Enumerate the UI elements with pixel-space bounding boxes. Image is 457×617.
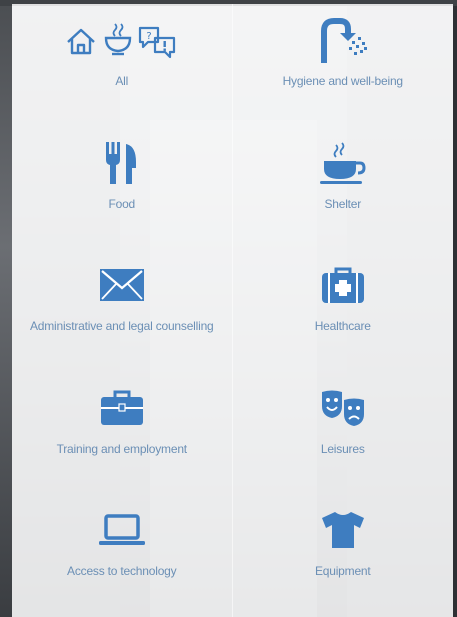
category-label: Training and employment <box>56 441 188 456</box>
category-leisures[interactable]: Leisures <box>233 372 454 495</box>
laptop-icon <box>98 506 146 554</box>
envelope-icon <box>99 261 145 309</box>
category-grid: ? All Hygiene and well-being Food Shelte… <box>12 4 453 617</box>
all-icons: ? <box>62 16 182 64</box>
category-all[interactable]: ? All <box>12 4 233 127</box>
category-technology[interactable]: Access to technology <box>12 494 233 617</box>
hot-cup-icon <box>318 139 368 187</box>
tshirt-icon <box>320 506 366 554</box>
background-edge-left <box>0 0 12 617</box>
category-shelter[interactable]: Shelter <box>233 127 454 250</box>
category-hygiene[interactable]: Hygiene and well-being <box>233 4 454 127</box>
category-label: Administrative and legal counselling <box>29 319 214 334</box>
briefcase-icon <box>99 384 145 432</box>
category-label: Shelter <box>324 196 362 211</box>
utensils-icon <box>102 139 142 187</box>
svg-text:?: ? <box>146 31 151 42</box>
category-label: Food <box>108 196 136 211</box>
category-menu: ? All Hygiene and well-being Food Shelte… <box>12 4 453 617</box>
category-label: Equipment <box>314 564 371 579</box>
theater-masks-icon <box>320 384 366 432</box>
category-label: All <box>115 74 129 88</box>
background-edge-right <box>453 0 457 617</box>
category-healthcare[interactable]: Healthcare <box>233 249 454 372</box>
category-label: Healthcare <box>314 319 371 334</box>
home-food-chat-icons: ? <box>66 23 175 59</box>
category-label: Hygiene and well-being <box>282 74 404 88</box>
shower-icon <box>318 16 368 64</box>
category-administrative[interactable]: Administrative and legal counselling <box>12 249 233 372</box>
category-equipment[interactable]: Equipment <box>233 494 454 617</box>
category-label: Access to technology <box>67 564 177 579</box>
category-training[interactable]: Training and employment <box>12 371 233 495</box>
medical-kit-icon <box>320 261 366 309</box>
category-food[interactable]: Food <box>12 126 233 250</box>
category-label: Leisures <box>320 441 365 456</box>
bowl-icon <box>104 23 131 56</box>
chat-icon: ? <box>138 26 175 59</box>
home-icon <box>66 28 95 55</box>
